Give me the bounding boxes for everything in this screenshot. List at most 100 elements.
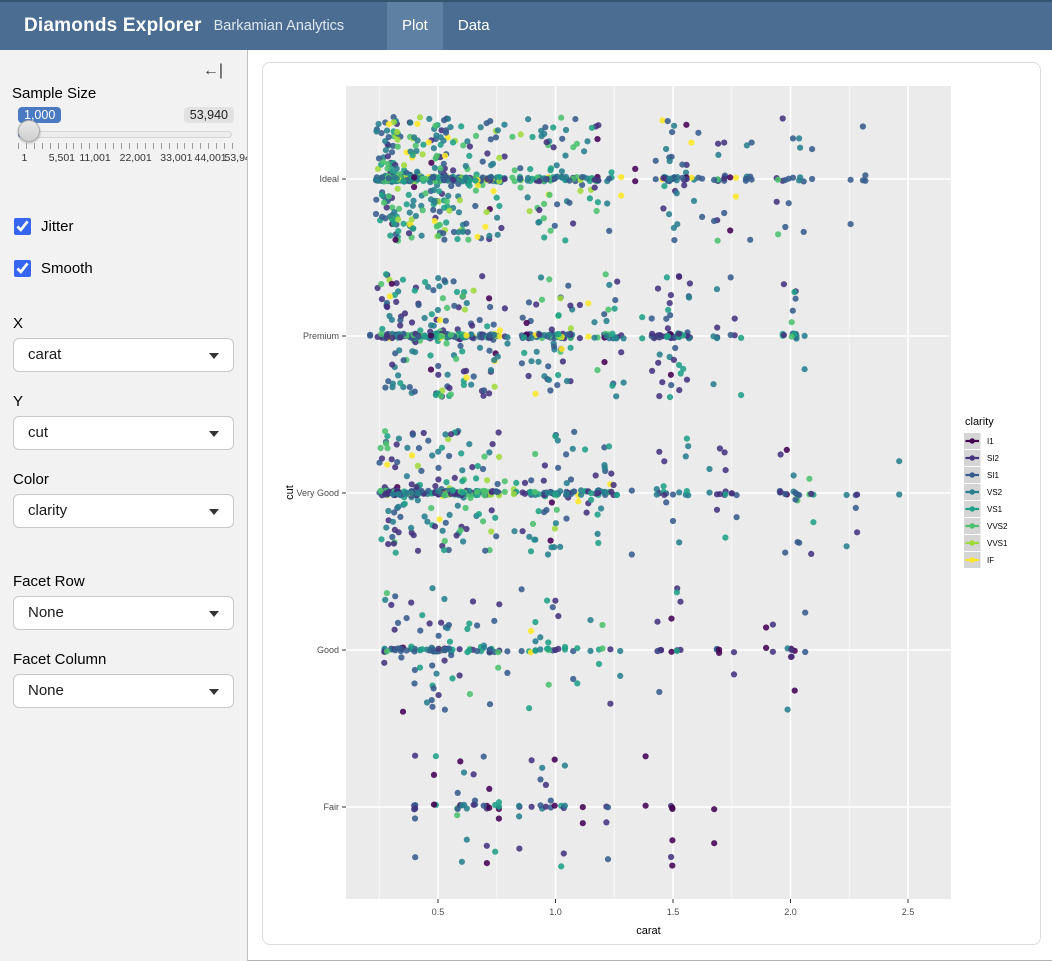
data-point: [502, 153, 508, 159]
data-point: [441, 237, 447, 243]
data-point: [802, 610, 808, 616]
data-point: [632, 178, 638, 184]
y-select[interactable]: cut: [13, 416, 234, 450]
data-point: [654, 492, 660, 498]
data-point: [548, 228, 554, 234]
data-point: [417, 114, 423, 120]
app-title: Diamonds Explorer: [24, 15, 202, 37]
data-point: [669, 837, 675, 843]
data-point: [395, 228, 401, 234]
smooth-label[interactable]: Smooth: [41, 260, 93, 277]
data-point: [537, 776, 543, 782]
data-point: [450, 167, 456, 173]
data-point: [653, 158, 659, 164]
data-point: [613, 335, 619, 341]
data-point: [606, 228, 612, 234]
data-point: [854, 492, 860, 498]
sample-size-slider-track[interactable]: [18, 131, 232, 138]
data-point: [411, 532, 417, 538]
data-point: [710, 333, 716, 339]
sidebar-collapse-icon[interactable]: ←|: [203, 62, 223, 80]
data-point: [474, 489, 480, 495]
data-point: [686, 295, 692, 301]
data-point: [649, 315, 655, 321]
slider-grid-label: 11,001: [79, 152, 110, 164]
data-point: [808, 551, 814, 557]
data-point: [440, 138, 446, 144]
data-point: [853, 505, 859, 511]
data-point: [436, 188, 442, 194]
data-point: [684, 377, 690, 383]
data-point: [411, 680, 417, 686]
data-point: [667, 158, 673, 164]
data-point: [808, 491, 814, 497]
tab-plot[interactable]: Plot: [387, 2, 443, 50]
data-point: [435, 307, 441, 313]
legend-key-point: [970, 489, 975, 494]
data-point: [467, 691, 473, 697]
data-point: [474, 622, 480, 628]
sidebar: ←| Sample Size 1,000 53,940 15,50111,001…: [0, 50, 248, 961]
data-point: [512, 167, 518, 173]
data-point: [440, 295, 446, 301]
data-point: [430, 287, 436, 293]
data-point: [488, 174, 494, 180]
data-point: [376, 121, 382, 127]
data-point: [528, 628, 534, 634]
data-point: [548, 538, 554, 544]
data-point: [417, 647, 423, 653]
data-point: [661, 458, 667, 464]
x-tick-label: 0.5: [432, 907, 445, 917]
facet-column-select[interactable]: None: [13, 674, 234, 708]
data-point: [562, 763, 568, 769]
data-point: [457, 343, 463, 349]
data-point: [676, 539, 682, 545]
sample-size-slider-handle[interactable]: [18, 120, 40, 142]
data-point: [695, 130, 701, 136]
tab-data[interactable]: Data: [443, 2, 505, 50]
data-point: [441, 117, 447, 123]
x-select[interactable]: carat: [13, 338, 234, 372]
data-point: [792, 688, 798, 694]
data-point: [480, 466, 486, 472]
data-point: [480, 518, 486, 524]
data-point: [389, 534, 395, 540]
data-point: [570, 144, 576, 150]
data-point: [554, 162, 560, 168]
legend-title: clarity: [965, 416, 994, 428]
data-point: [454, 289, 460, 295]
data-point: [432, 523, 438, 529]
data-point: [433, 753, 439, 759]
smooth-checkbox[interactable]: [14, 260, 31, 277]
data-point: [450, 139, 456, 145]
data-point: [778, 451, 784, 457]
data-point: [588, 490, 594, 496]
data-point: [427, 352, 433, 358]
data-point: [373, 197, 379, 203]
data-point: [423, 190, 429, 196]
data-point: [541, 234, 547, 240]
data-point: [384, 128, 390, 134]
data-point: [782, 550, 788, 556]
data-point: [632, 166, 638, 172]
data-point: [380, 159, 386, 165]
data-point: [526, 534, 532, 540]
y-tick-label: Very Good: [296, 488, 339, 498]
color-select[interactable]: clarity: [13, 494, 234, 528]
jitter-checkbox[interactable]: [14, 218, 31, 235]
data-point: [786, 200, 792, 206]
data-point: [770, 649, 776, 655]
data-point: [453, 356, 459, 362]
data-point: [442, 658, 448, 664]
facet-column-select-label: Facet Column: [13, 651, 106, 668]
data-point: [441, 161, 447, 167]
data-point: [511, 528, 517, 534]
data-point: [420, 142, 426, 148]
data-point: [448, 391, 454, 397]
jitter-label[interactable]: Jitter: [41, 218, 74, 235]
facet-row-select[interactable]: None: [13, 596, 234, 630]
data-point: [410, 152, 416, 158]
data-point: [660, 205, 666, 211]
data-point: [486, 348, 492, 354]
data-point: [435, 465, 441, 471]
